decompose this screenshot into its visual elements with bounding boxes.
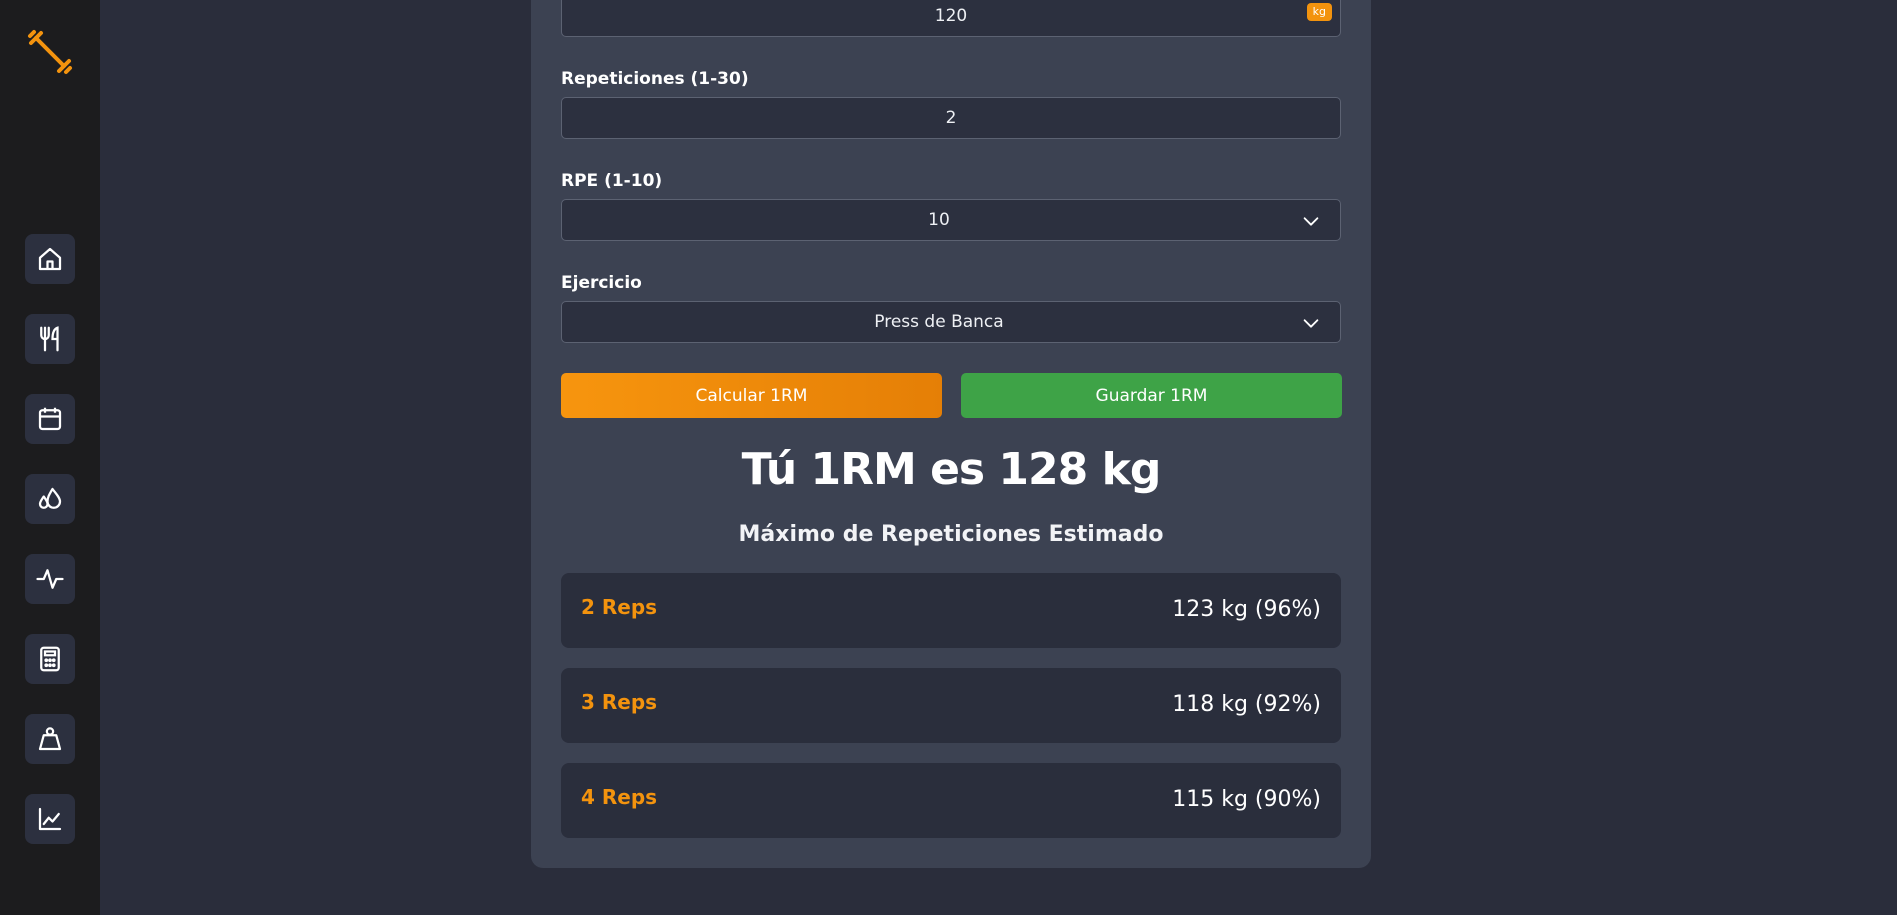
weight-icon bbox=[38, 727, 62, 751]
droplets-icon bbox=[38, 487, 62, 509]
home-icon bbox=[38, 247, 62, 271]
calendar-icon bbox=[38, 407, 62, 431]
chevron-down-icon bbox=[1303, 217, 1319, 226]
nav-calculator[interactable] bbox=[25, 634, 75, 684]
exercise-select[interactable]: Press de Banca bbox=[561, 301, 1341, 343]
nav-home[interactable] bbox=[25, 234, 75, 284]
one-rm-result: Tú 1RM es 128 kg bbox=[741, 444, 1162, 495]
sidebar bbox=[0, 0, 100, 915]
rpe-value: 10 bbox=[928, 210, 950, 230]
rep-row: 2 Reps 123 kg (96%) bbox=[561, 573, 1341, 648]
exercise-label: Ejercicio bbox=[561, 273, 642, 293]
rep-count: 2 Reps bbox=[581, 595, 658, 619]
weight-value: 120 bbox=[934, 6, 968, 26]
weight-input[interactable]: 120 kg bbox=[561, 0, 1341, 37]
chevron-down-icon bbox=[1303, 319, 1319, 328]
activity-icon bbox=[36, 569, 64, 589]
calculator-icon bbox=[40, 646, 60, 672]
rpe-label: RPE (1-10) bbox=[561, 171, 663, 191]
dumbbell-icon[interactable] bbox=[26, 28, 74, 76]
rep-row: 3 Reps 118 kg (92%) bbox=[561, 668, 1341, 743]
calculate-1rm-button[interactable]: Calcular 1RM bbox=[561, 373, 942, 418]
exercise-value: Press de Banca bbox=[874, 312, 1004, 332]
reps-value: 2 bbox=[945, 108, 957, 128]
utensils-icon bbox=[40, 326, 59, 352]
nav-calendar[interactable] bbox=[25, 394, 75, 444]
reps-input[interactable]: 2 bbox=[561, 97, 1341, 139]
rep-row: 4 Reps 115 kg (90%) bbox=[561, 763, 1341, 838]
save-1rm-button[interactable]: Guardar 1RM bbox=[961, 373, 1342, 418]
rep-weight: 115 kg (90%) bbox=[1172, 787, 1321, 812]
line-chart-icon bbox=[38, 807, 62, 831]
nav-weight[interactable] bbox=[25, 714, 75, 764]
reps-label: Repeticiones (1-30) bbox=[561, 69, 749, 89]
estimated-reps-title: Máximo de Repeticiones Estimado bbox=[738, 522, 1164, 547]
rpe-select[interactable]: 10 bbox=[561, 199, 1341, 241]
rep-weight: 118 kg (92%) bbox=[1172, 692, 1321, 717]
unit-badge[interactable]: kg bbox=[1306, 3, 1332, 21]
rep-count: 3 Reps bbox=[581, 690, 658, 714]
nav-progress[interactable] bbox=[25, 794, 75, 844]
rep-weight: 123 kg (96%) bbox=[1172, 597, 1321, 622]
rep-count: 4 Reps bbox=[581, 785, 658, 809]
nav-hydration[interactable] bbox=[25, 474, 75, 524]
nav-activity[interactable] bbox=[25, 554, 75, 604]
nav-nutrition[interactable] bbox=[25, 314, 75, 364]
